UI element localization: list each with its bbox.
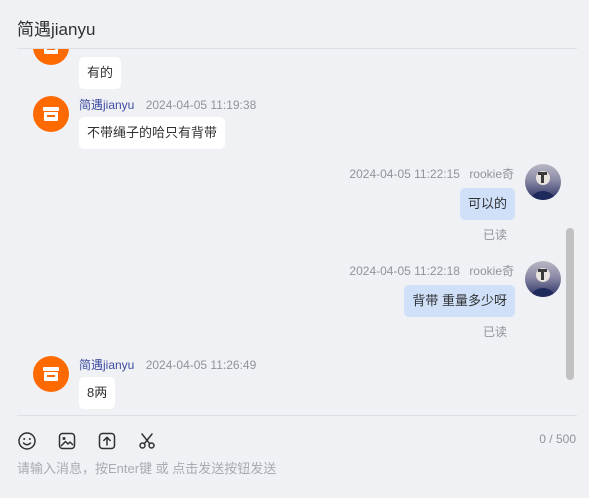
message-time: 2024-04-05 11:19:38 (145, 98, 257, 112)
sender-name: 简遇jianyu (79, 98, 135, 112)
message-item: 有的 (0, 49, 589, 89)
emoji-icon (18, 432, 36, 450)
chat-header-title: 简遇jianyu (0, 0, 589, 48)
message-meta: 简遇jianyu 2024-04-05 11:19:38 (79, 96, 256, 113)
upload-button[interactable] (97, 431, 117, 451)
screenshot-button[interactable] (137, 431, 157, 451)
message-meta: 简遇jianyu 2024-04-05 11:26:49 (79, 356, 256, 373)
user-avatar[interactable] (525, 261, 561, 297)
store-icon (44, 49, 58, 54)
message-bubble: 8两 (79, 377, 116, 409)
message-list[interactable]: 有的 简遇jianyu 2024-04-05 11:19:38 不带绳子的哈只有… (0, 49, 589, 415)
person-photo-icon (531, 268, 555, 297)
shop-avatar[interactable] (33, 49, 69, 65)
message-bubble: 有的 (79, 57, 122, 89)
user-avatar[interactable] (525, 164, 561, 200)
store-icon (43, 367, 59, 381)
message-bubble: 背带 重量多少呀 (404, 285, 515, 317)
message-input[interactable] (17, 457, 572, 479)
image-button[interactable] (57, 431, 77, 451)
sender-name: 简遇jianyu (79, 358, 135, 372)
message-item: 简遇jianyu 2024-04-05 11:26:49 8两 (0, 353, 589, 415)
message-bubble: 可以的 (459, 188, 515, 220)
sender-name: rookie奇 (469, 167, 514, 181)
message-meta: 2024-04-05 11:22:18 rookie奇 (349, 262, 514, 279)
footer-divider (17, 415, 577, 416)
read-status: 已读 (482, 228, 507, 242)
upload-icon (98, 432, 116, 450)
emoji-button[interactable] (17, 431, 37, 451)
chat-title: 简遇jianyu (17, 20, 96, 39)
message-time: 2024-04-05 11:22:15 (349, 167, 460, 181)
message-time: 2024-04-05 11:22:18 (349, 264, 460, 278)
message-item: 2024-04-05 11:22:15 rookie奇 可以的 已读 (0, 163, 589, 243)
message-bubble: 不带绳子的哈只有背带 (79, 117, 226, 149)
read-status: 已读 (482, 325, 507, 339)
person-photo-icon (531, 171, 555, 200)
store-icon (43, 107, 59, 121)
message-item: 2024-04-05 11:22:18 rookie奇 背带 重量多少呀 已读 (0, 261, 589, 341)
char-counter: 0 / 500 (539, 432, 576, 446)
message-meta: 2024-04-05 11:22:15 rookie奇 (349, 165, 514, 182)
scrollbar-thumb[interactable] (566, 228, 574, 380)
sender-name: rookie奇 (469, 264, 514, 278)
shop-avatar[interactable] (33, 96, 69, 132)
image-icon (58, 432, 76, 450)
message-time: 2024-04-05 11:26:49 (145, 358, 257, 372)
scissors-icon (139, 433, 155, 449)
shop-avatar[interactable] (33, 356, 69, 392)
message-item: 简遇jianyu 2024-04-05 11:19:38 不带绳子的哈只有背带 (0, 93, 589, 155)
